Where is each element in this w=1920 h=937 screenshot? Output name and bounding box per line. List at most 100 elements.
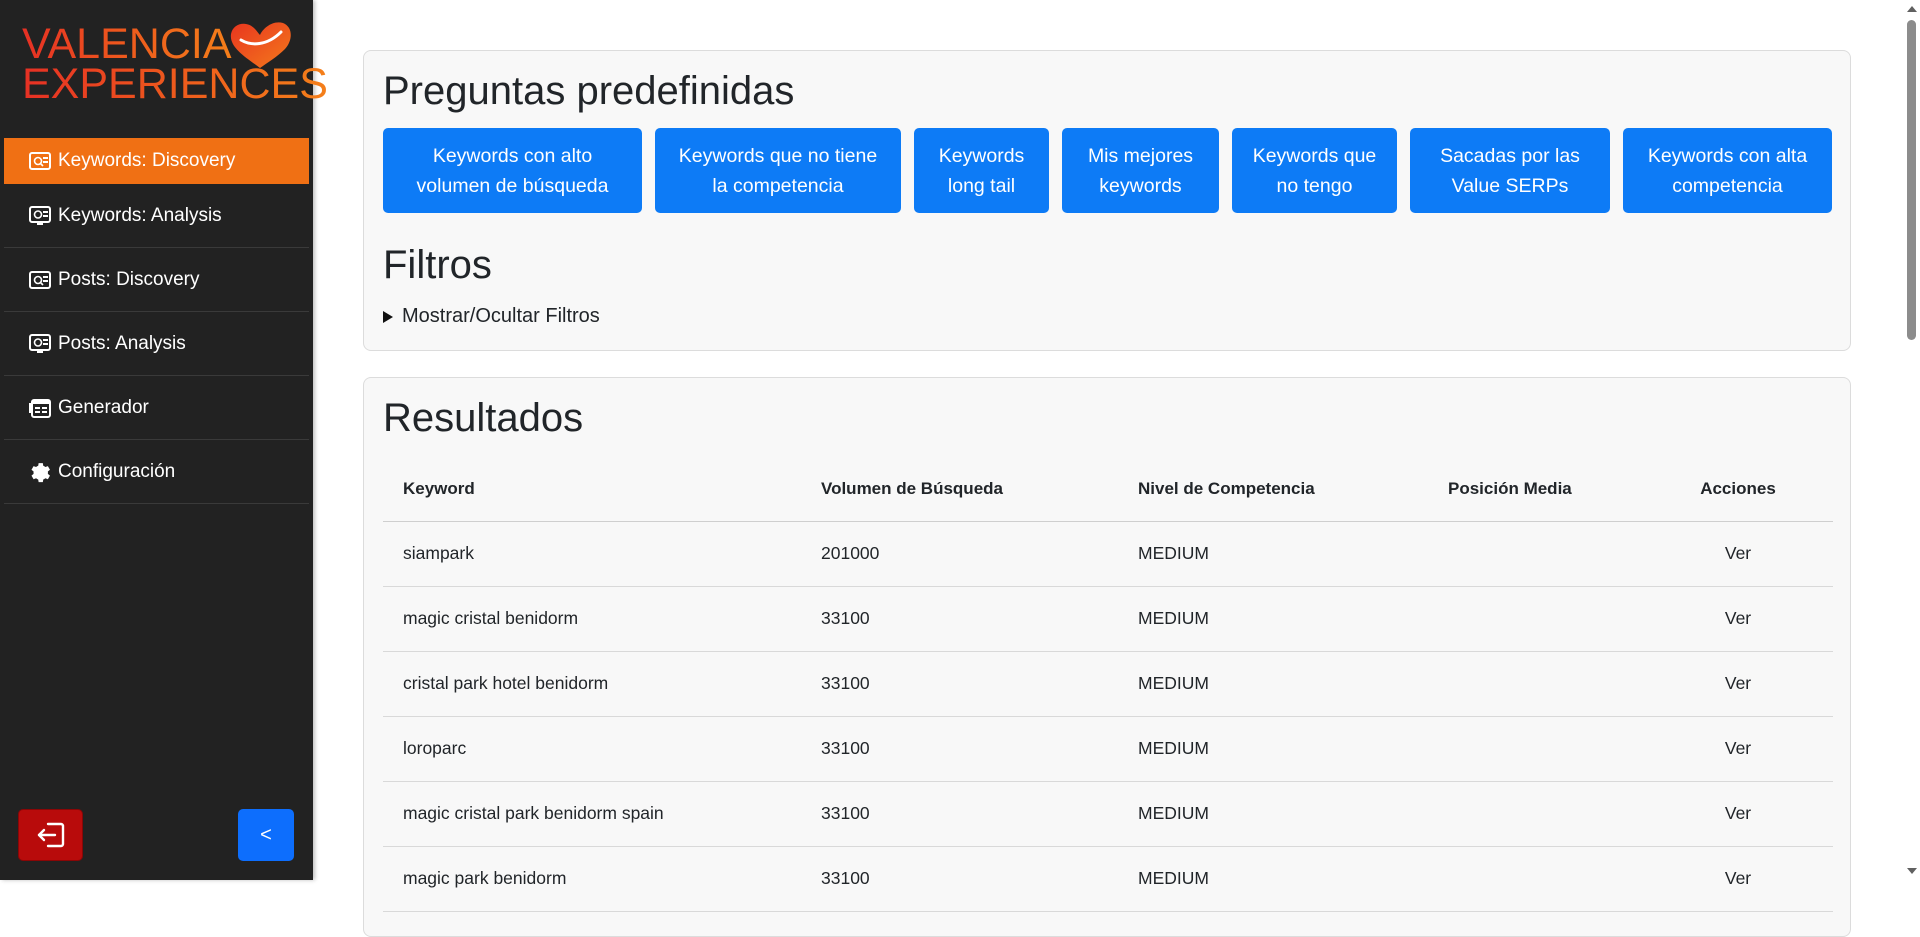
table-row: magic park benidorm 33100 MEDIUM Ver <box>383 846 1833 912</box>
cell-keyword: magic cristal park benidorm spain <box>383 781 801 847</box>
sidebar-item-label: Posts: Discovery <box>58 268 200 290</box>
preset-label-line2: keywords <box>1099 174 1182 197</box>
cell-position <box>1428 521 1643 587</box>
preset-label-line1: Keywords que no tiene <box>678 144 878 167</box>
queries-card: Preguntas predefinidas Keywords con alto… <box>363 50 1851 351</box>
view-link[interactable]: Ver <box>1643 521 1833 587</box>
cell-competition: MEDIUM <box>1118 586 1428 652</box>
logout-icon <box>37 822 64 848</box>
sidebar-item-keywords-discovery[interactable]: Keywords: Discovery <box>4 138 309 184</box>
sidebar-item-generador[interactable]: Generador <box>4 376 309 440</box>
cell-volume: 33100 <box>801 846 1118 912</box>
presets-title: Preguntas predefinidas <box>383 69 795 113</box>
view-link[interactable]: Ver <box>1643 781 1833 847</box>
cell-competition: MEDIUM <box>1118 781 1428 847</box>
scroll-down-arrow-icon[interactable] <box>1907 868 1917 874</box>
sidebar-item-label: Keywords: Discovery <box>58 150 236 171</box>
disclosure-triangle-icon <box>383 310 393 323</box>
sidebar-nav: Keywords: Discovery Keywords: Analysis P… <box>4 138 309 504</box>
cell-position <box>1428 846 1643 912</box>
sidebar-item-configuracion[interactable]: Configuración <box>4 440 309 504</box>
generator-icon <box>28 396 52 420</box>
sidebar-item-keywords-analysis[interactable]: Keywords: Analysis <box>4 184 309 248</box>
results-table: Keyword Volumen de Búsqueda Nivel de Com… <box>383 458 1833 912</box>
column-header-actions: Acciones <box>1643 458 1833 522</box>
preset-button-high-volume[interactable]: Keywords con alto volumen de búsqueda <box>383 128 642 213</box>
page-scrollbar[interactable] <box>1903 0 1920 880</box>
preset-button-best-keywords[interactable]: Mis mejores keywords <box>1062 128 1219 213</box>
preset-button-missing-keywords[interactable]: Keywords que no tengo <box>1232 128 1397 213</box>
preset-button-competitor-gap[interactable]: Keywords que no tiene la competencia <box>655 128 901 213</box>
keywords-analysis-icon <box>28 204 52 228</box>
preset-button-long-tail[interactable]: Keywords long tail <box>914 128 1049 213</box>
preset-button-value-serps[interactable]: Sacadas por las Value SERPs <box>1410 128 1610 213</box>
cell-position <box>1428 651 1643 717</box>
preset-label-line2: no tengo <box>1276 174 1353 197</box>
posts-analysis-icon <box>28 332 52 356</box>
cell-volume: 33100 <box>801 586 1118 652</box>
preset-button-high-competition[interactable]: Keywords con alta competencia <box>1623 128 1832 213</box>
logout-button[interactable] <box>18 809 83 861</box>
filters-toggle-label: Mostrar/Ocultar Filtros <box>402 305 600 327</box>
preset-label-line1: Keywords con alto <box>432 144 593 167</box>
preset-label-line2: competencia <box>1672 174 1783 197</box>
posts-discovery-icon <box>28 268 52 292</box>
sidebar-item-label: Posts: Analysis <box>58 332 186 354</box>
filters-title: Filtros <box>383 243 492 287</box>
collapse-sidebar-button[interactable]: < <box>238 809 294 861</box>
cell-keyword: siampark <box>383 521 801 587</box>
sidebar-item-posts-discovery[interactable]: Posts: Discovery <box>4 248 309 312</box>
cell-volume: 201000 <box>801 521 1118 587</box>
results-card: Resultados Keyword Volumen de Búsqueda N… <box>363 377 1851 937</box>
preset-label-line1: Sacadas por las <box>1440 144 1580 167</box>
heart-icon <box>230 22 291 68</box>
preset-buttons: Keywords con alto volumen de búsqueda Key… <box>383 128 1832 213</box>
cell-competition: MEDIUM <box>1118 521 1428 587</box>
cell-keyword: cristal park hotel benidorm <box>383 651 801 717</box>
sidebar-item-posts-analysis[interactable]: Posts: Analysis <box>4 312 309 376</box>
sidebar: VALENCIA EXPERIENCES Keywords: Discovery <box>0 0 328 880</box>
preset-label-line2: Value SERPs <box>1451 174 1569 197</box>
table-row: siampark 201000 MEDIUM Ver <box>383 521 1833 587</box>
cell-position <box>1428 586 1643 652</box>
cell-competition: MEDIUM <box>1118 651 1428 717</box>
results-title: Resultados <box>383 396 584 440</box>
cell-volume: 33100 <box>801 651 1118 717</box>
cell-volume: 33100 <box>801 781 1118 847</box>
brand-logo[interactable]: VALENCIA EXPERIENCES <box>22 22 328 106</box>
table-row: cristal park hotel benidorm 33100 MEDIUM… <box>383 651 1833 717</box>
table-row: magic cristal park benidorm spain 33100 … <box>383 781 1833 847</box>
table-header-row: Keyword Volumen de Búsqueda Nivel de Com… <box>383 458 1833 522</box>
cell-position <box>1428 716 1643 782</box>
cell-competition: MEDIUM <box>1118 716 1428 782</box>
preset-label-line1: Keywords <box>938 144 1025 167</box>
preset-label-line2: volumen de búsqueda <box>416 174 609 197</box>
column-header-competition[interactable]: Nivel de Competencia <box>1118 458 1428 522</box>
sidebar-item-label: Configuración <box>58 460 176 482</box>
keywords-discovery-icon <box>28 149 52 173</box>
sidebar-item-label: Generador <box>58 396 149 418</box>
preset-label-line1: Keywords que <box>1252 144 1377 167</box>
cell-keyword: loroparc <box>383 716 801 782</box>
view-link[interactable]: Ver <box>1643 586 1833 652</box>
cell-volume: 33100 <box>801 716 1118 782</box>
column-header-keyword[interactable]: Keyword <box>383 458 801 522</box>
preset-label-line2: long tail <box>947 174 1016 197</box>
view-link[interactable]: Ver <box>1643 651 1833 717</box>
table-row: magic cristal benidorm 33100 MEDIUM Ver <box>383 586 1833 652</box>
scroll-thumb[interactable] <box>1907 20 1916 340</box>
view-link[interactable]: Ver <box>1643 716 1833 782</box>
cell-competition: MEDIUM <box>1118 846 1428 912</box>
preset-label-line1: Mis mejores <box>1087 144 1194 167</box>
cell-keyword: magic park benidorm <box>383 846 801 912</box>
preset-label-line2: la competencia <box>712 174 844 197</box>
sidebar-item-label: Keywords: Analysis <box>58 204 222 226</box>
table-row: loroparc 33100 MEDIUM Ver <box>383 716 1833 782</box>
column-header-volume[interactable]: Volumen de Búsqueda <box>801 458 1118 522</box>
filters-toggle[interactable]: Mostrar/Ocultar Filtros <box>383 305 600 328</box>
preset-label-line1: Keywords con alta <box>1647 144 1808 167</box>
scroll-up-arrow-icon[interactable] <box>1907 6 1917 12</box>
column-header-position[interactable]: Posición Media <box>1428 458 1643 522</box>
view-link[interactable]: Ver <box>1643 846 1833 912</box>
cell-keyword: magic cristal benidorm <box>383 586 801 652</box>
